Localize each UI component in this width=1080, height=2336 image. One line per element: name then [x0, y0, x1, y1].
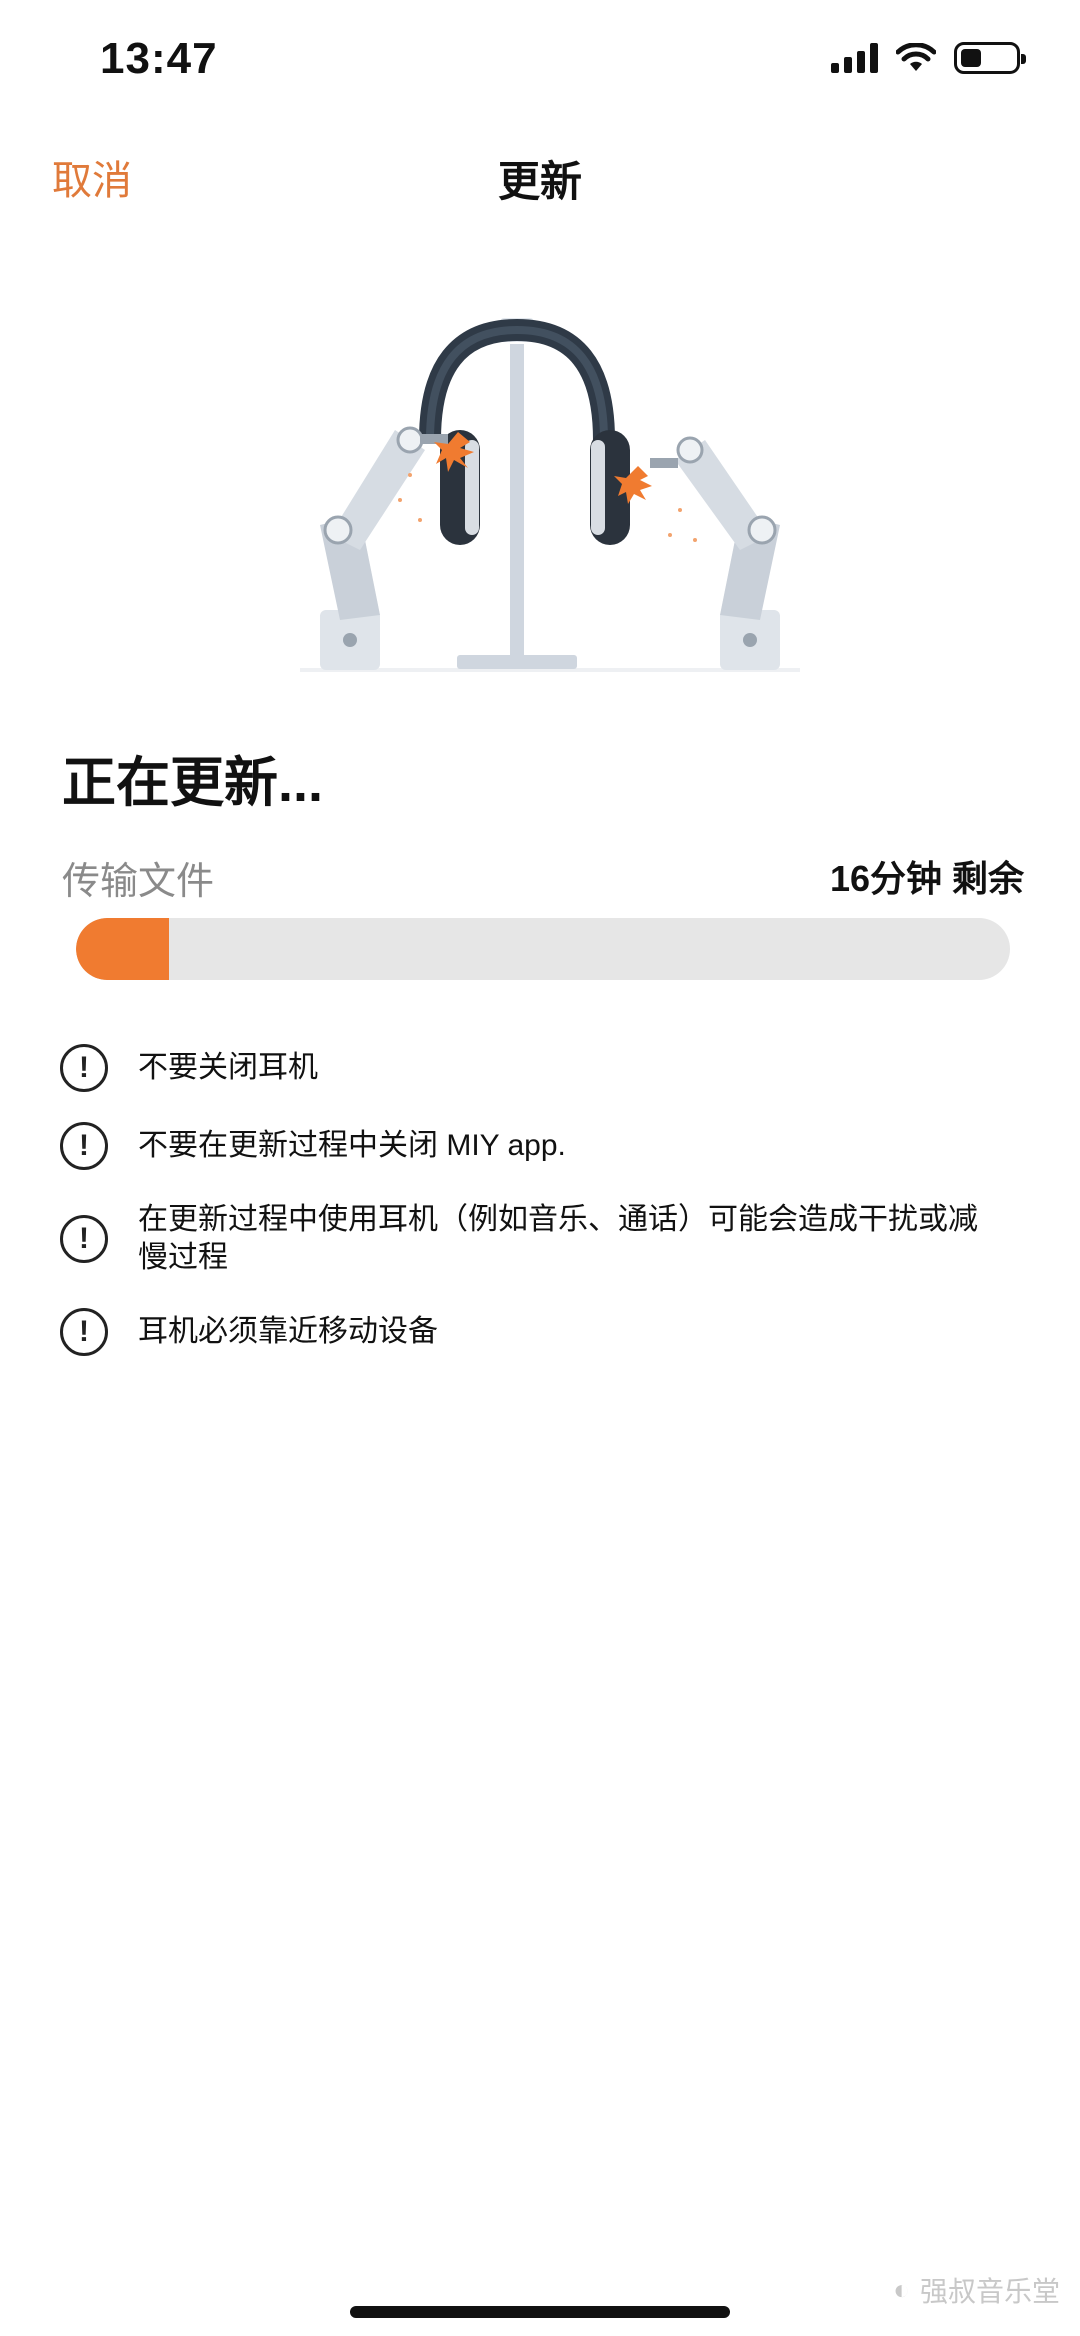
updating-heading: 正在更新... — [62, 753, 324, 813]
headphones-robot-illustration — [300, 318, 800, 672]
watermark: ◐ 强叔音乐堂 — [893, 2270, 1060, 2310]
warning-text: 不要在更新过程中关闭 MIY app. — [138, 1129, 566, 1162]
progress-fill — [76, 918, 170, 980]
home-indicator[interactable] — [350, 2306, 730, 2318]
status-bar: 13:47 — [0, 0, 1080, 120]
warning-item: ! 不要关闭耳机 — [60, 1040, 1020, 1096]
cancel-button[interactable]: 取消 — [52, 148, 132, 206]
warning-text: 不要关闭耳机 — [138, 1051, 318, 1084]
nav-bar: 取消 更新 — [0, 130, 1080, 220]
warning-item: ! 耳机必须靠近移动设备 — [60, 1304, 1020, 1360]
warning-icon: ! — [60, 1215, 108, 1263]
wechat-icon: ◐ — [893, 2274, 910, 2305]
warning-text: 在更新过程中使用耳机（例如音乐、通话）可能会造成干扰或减慢过程 — [138, 1203, 978, 1274]
cellular-signal-icon — [831, 43, 878, 73]
watermark-text: 强叔音乐堂 — [919, 2276, 1060, 2307]
status-icons — [831, 42, 1026, 74]
warning-icon: ! — [60, 1122, 108, 1170]
status-time: 13:47 — [100, 34, 218, 83]
warning-icon: ! — [60, 1308, 108, 1356]
warning-list: ! 不要关闭耳机 ! 不要在更新过程中关闭 MIY app. ! 在更新过程中使… — [60, 1040, 1020, 1382]
transfer-label: 传输文件 — [62, 861, 215, 903]
warning-item: ! 在更新过程中使用耳机（例如音乐、通话）可能会造成干扰或减慢过程 — [60, 1196, 1020, 1282]
time-remaining: 16分钟 剩余 — [829, 858, 1024, 899]
page-title: 更新 — [497, 158, 582, 205]
warning-item: ! 不要在更新过程中关闭 MIY app. — [60, 1118, 1020, 1174]
progress-bar — [76, 918, 1010, 980]
transfer-status-row: 传输文件 16分钟 剩余 — [62, 850, 1024, 903]
wifi-icon — [896, 43, 936, 71]
warning-text: 耳机必须靠近移动设备 — [138, 1315, 438, 1348]
battery-icon — [954, 42, 1026, 74]
warning-icon: ! — [60, 1044, 108, 1092]
